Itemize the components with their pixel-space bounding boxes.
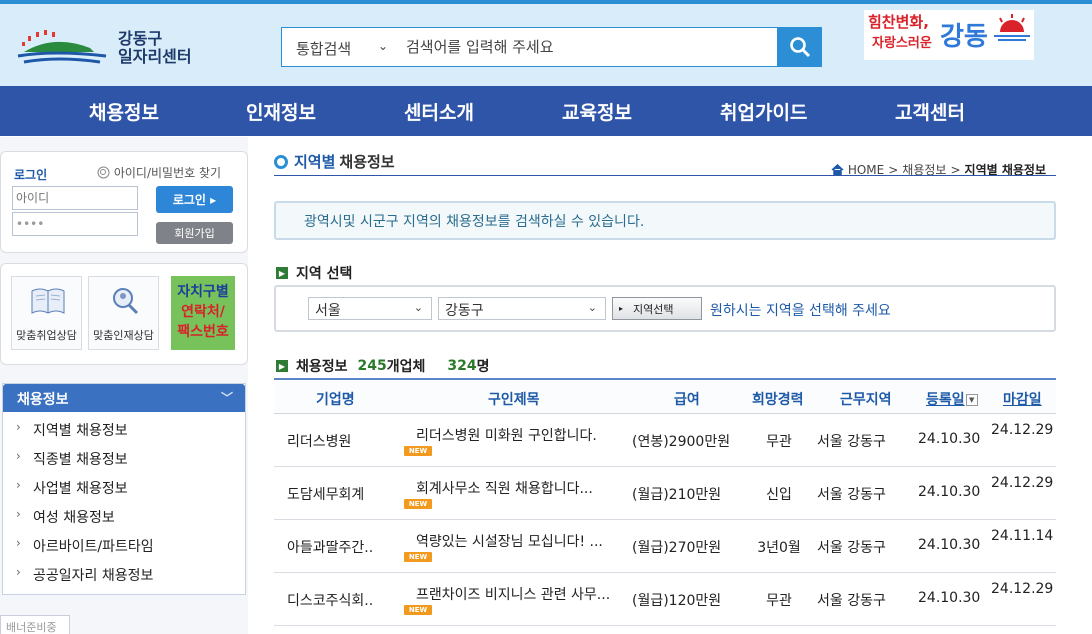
arrow-right-icon: ▶: [276, 267, 288, 279]
circle-bullet-icon: [274, 154, 288, 169]
chevron-right-icon: ›: [16, 565, 21, 579]
col-pay: 급여: [674, 392, 700, 408]
nav-item-talent[interactable]: 인재정보: [246, 98, 316, 125]
join-button[interactable]: 회원가입: [156, 222, 233, 244]
logo-line2: 일자리센터: [118, 47, 192, 66]
chevron-right-icon: ›: [16, 449, 21, 463]
new-badge: NEW: [404, 499, 432, 509]
person-count: 324: [447, 358, 477, 374]
new-badge: NEW: [404, 446, 432, 456]
city-select[interactable]: 서울 ⌄: [308, 297, 432, 320]
search-input[interactable]: [406, 34, 766, 60]
col-title: 구인제목: [488, 392, 540, 408]
header: 강동구 일자리센터 통합검색 ⌄ 힘찬변화, 자랑스러운 강동: [0, 0, 1092, 86]
page-title: 지역별 채용정보: [274, 151, 395, 172]
info-message: 광역시및 시군구 지역의 채용정보를 검색하실 수 있습니다.: [274, 201, 1056, 240]
table-row[interactable]: 리더스병원 리더스병원 미화원 구인합니다. NEW (연봉)2900만원 무관…: [274, 414, 1056, 467]
search-box: 통합검색 ⌄: [281, 27, 822, 67]
arrow-right-icon: ▸: [210, 193, 217, 207]
nav-item-center[interactable]: 센터소개: [404, 98, 474, 125]
side-menu-item-region[interactable]: › 지역별 채용정보: [3, 412, 245, 441]
side-menu-item-business[interactable]: › 사업별 채용정보: [3, 470, 245, 499]
logo-emblem-icon: [17, 30, 107, 64]
chevron-right-icon: ›: [16, 507, 21, 521]
chevron-right-icon: ›: [16, 478, 21, 492]
side-menu-item-occupation[interactable]: › 직종별 채용정보: [3, 441, 245, 470]
table-row[interactable]: 아들과딸주간.. 역량있는 시설장님 모십니다! ... NEW (월급)270…: [274, 520, 1056, 573]
nav-item-education[interactable]: 교육정보: [562, 98, 632, 125]
chevron-right-icon: ›: [16, 420, 21, 434]
main-content: 지역별 채용정보 HOME > 채용정보 > 지역별 채용정보 광역시및 시군구…: [274, 137, 1056, 634]
chevron-down-icon: ⌄: [587, 301, 597, 314]
home-icon: [831, 163, 844, 176]
search-category-select[interactable]: 통합검색: [296, 38, 351, 59]
magnifier-icon: [97, 166, 110, 179]
main-nav: 채용정보 인재정보 센터소개 교육정보 취업가이드 고객센터: [0, 86, 1092, 136]
district-select[interactable]: 강동구 ⌄: [438, 297, 606, 320]
table-header: 기업명 구인제목 급여 희망경력 근무지역 등록일 ▼ 마감일: [274, 378, 1056, 414]
login-title: 로그인: [14, 168, 48, 182]
password-input[interactable]: [12, 212, 138, 236]
side-menu-title[interactable]: 채용정보 ﹀: [3, 384, 245, 412]
sun-icon: [994, 14, 1030, 41]
col-registered-sort[interactable]: 등록일 ▼: [926, 389, 978, 409]
chevron-down-icon[interactable]: ⌄: [378, 39, 388, 53]
search-button[interactable]: [777, 27, 822, 67]
region-hint: 원하시는 지역을 선택해 주세요: [710, 303, 891, 319]
quick-links: 맞춤취업상담 맞춤인재상담 자치구별 연락처/ 팩스번호: [0, 263, 248, 365]
col-company: 기업명: [316, 392, 355, 408]
district-contact-link[interactable]: 자치구별 연락처/ 팩스번호: [171, 276, 235, 350]
talent-counsel-link[interactable]: 맞춤인재상담: [88, 276, 159, 350]
nav-item-guide[interactable]: 취업가이드: [720, 98, 807, 125]
login-box: 로그인 아이디/비밀번호 찾기 로그인 ▸ 회원가입: [0, 151, 248, 253]
arrow-right-icon: ▶: [276, 360, 288, 372]
title-divider: [274, 175, 1056, 176]
chevron-down-icon: ﹀: [220, 391, 233, 405]
jobs-section-title: ▶ 채용정보 245 개업체 324 명: [276, 356, 490, 376]
chevron-right-icon: ›: [16, 536, 21, 550]
book-icon: [31, 288, 65, 314]
region-selector: 서울 ⌄ 강동구 ⌄ ▸ 지역선택 원하시는 지역을 선택해 주세요: [274, 285, 1056, 332]
logo-line1: 강동구: [118, 29, 163, 48]
magnifier-icon: [113, 288, 139, 315]
district-slogan-logo[interactable]: 힘찬변화, 자랑스러운 강동: [864, 10, 1034, 60]
arrow-right-icon: ▸: [619, 304, 624, 313]
sort-down-icon: ▼: [965, 394, 978, 406]
banner-tab[interactable]: 배너준비중: [0, 615, 70, 634]
nav-item-jobs[interactable]: 채용정보: [89, 98, 159, 125]
id-input[interactable]: [12, 186, 138, 210]
side-menu-item-women[interactable]: › 여성 채용정보: [3, 499, 245, 528]
job-counsel-link[interactable]: 맞춤취업상담: [11, 276, 82, 350]
new-badge: NEW: [404, 552, 432, 562]
login-button[interactable]: 로그인 ▸: [156, 186, 233, 213]
new-badge: NEW: [404, 605, 432, 615]
table-row[interactable]: 도담세무회계 회계사무소 직원 채용합니다... NEW (월급)210만원 신…: [274, 467, 1056, 520]
col-area: 근무지역: [840, 392, 892, 408]
table-row[interactable]: 디스코주식회.. 프랜차이즈 비지니스 관련 사무... NEW (월급)120…: [274, 573, 1056, 626]
side-menu-item-public[interactable]: › 공공일자리 채용정보: [3, 557, 245, 586]
chevron-down-icon: ⌄: [413, 301, 423, 314]
col-deadline-sort[interactable]: 마감일: [1003, 389, 1042, 409]
find-account-link[interactable]: 아이디/비밀번호 찾기: [97, 164, 221, 181]
region-section-title: ▶ 지역 선택: [276, 263, 352, 283]
site-logo[interactable]: 강동구 일자리센터: [14, 28, 234, 72]
company-count: 245: [357, 358, 387, 374]
side-menu: 채용정보 ﹀ › 지역별 채용정보 › 직종별 채용정보 › 사업별 채용정보 › 여성…: [2, 383, 246, 595]
side-menu-item-parttime[interactable]: › 아르바이트/파트타임: [3, 528, 245, 557]
nav-item-support[interactable]: 고객센터: [895, 98, 965, 125]
search-icon: [789, 37, 810, 58]
region-select-button[interactable]: ▸ 지역선택: [612, 297, 702, 320]
col-career: 희망경력: [752, 392, 804, 408]
left-sidebar: 로그인 아이디/비밀번호 찾기 로그인 ▸ 회원가입 맞춤취업상담: [0, 137, 248, 634]
